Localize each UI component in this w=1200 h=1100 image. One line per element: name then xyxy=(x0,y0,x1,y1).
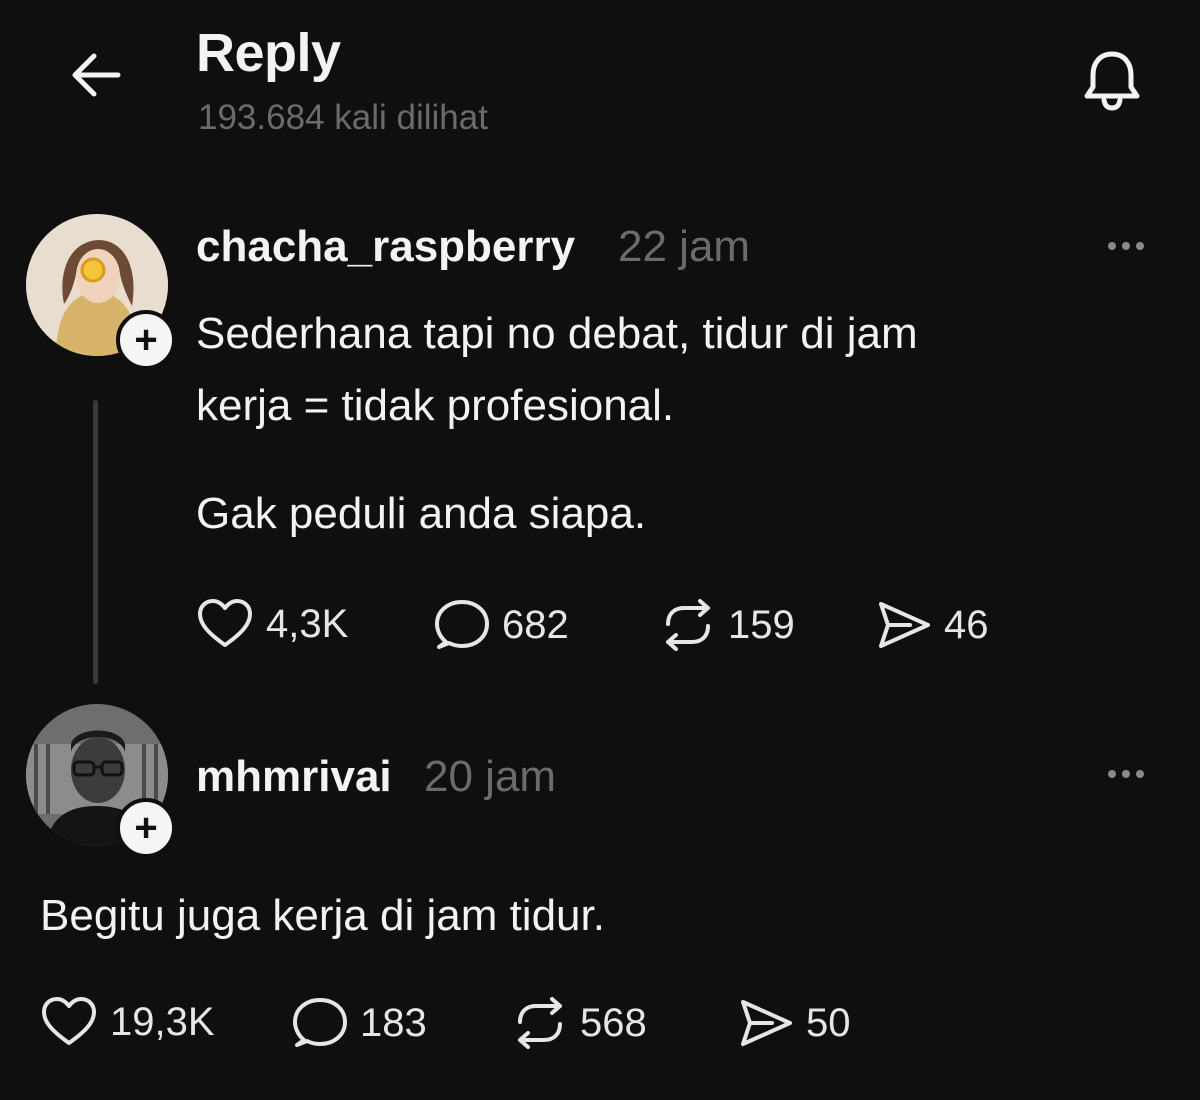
notification-button[interactable] xyxy=(1072,40,1152,120)
comment-icon xyxy=(435,600,489,649)
repost-button[interactable]: 159 xyxy=(660,598,795,652)
share-button[interactable]: 50 xyxy=(738,996,851,1050)
like-button[interactable]: 19,3K xyxy=(40,996,215,1048)
comment-button[interactable]: 682 xyxy=(434,598,569,652)
more-options-button[interactable] xyxy=(1096,226,1156,266)
heart-icon xyxy=(198,599,252,647)
username[interactable]: chacha_raspberry xyxy=(196,222,575,272)
comment-count: 682 xyxy=(502,602,569,647)
like-count: 19,3K xyxy=(110,999,215,1044)
view-count: 193.684 kali dilihat xyxy=(198,98,488,137)
more-icon xyxy=(1108,242,1116,250)
more-options-button[interactable] xyxy=(1096,754,1156,794)
post-text-line: kerja = tidak profesional. xyxy=(196,381,675,430)
comment-icon xyxy=(293,998,347,1047)
like-button[interactable]: 4,3K xyxy=(196,598,348,650)
repost-count: 159 xyxy=(728,602,795,647)
share-count: 46 xyxy=(944,602,989,647)
repost-icon xyxy=(518,997,562,1049)
share-button[interactable]: 46 xyxy=(876,598,989,652)
heart-icon xyxy=(42,997,96,1045)
repost-count: 568 xyxy=(580,1000,647,1045)
post-time: 20 jam xyxy=(424,752,557,801)
repost-button[interactable]: 568 xyxy=(512,996,647,1050)
follow-button[interactable]: + xyxy=(116,310,176,370)
post-text-line: Begitu juga kerja di jam tidur. xyxy=(40,891,605,940)
follow-button[interactable]: + xyxy=(116,798,176,858)
thread-connector xyxy=(93,400,98,684)
comment-count: 183 xyxy=(360,1000,427,1045)
bell-icon xyxy=(1084,51,1140,111)
share-icon xyxy=(879,602,930,648)
more-icon xyxy=(1108,770,1116,778)
like-count: 4,3K xyxy=(266,601,349,646)
post-text-line: Sederhana tapi no debat, tidur di jam xyxy=(196,309,918,358)
comment-button[interactable]: 183 xyxy=(292,996,427,1050)
repost-icon xyxy=(666,599,710,651)
back-button[interactable] xyxy=(60,45,132,105)
share-count: 50 xyxy=(806,1000,851,1045)
post-time: 22 jam xyxy=(618,222,751,271)
back-arrow-icon xyxy=(72,53,121,97)
username[interactable]: mhmrivai xyxy=(196,752,392,802)
page-title: Reply xyxy=(196,23,341,83)
post-text-line: Gak peduli anda siapa. xyxy=(196,489,647,538)
share-icon xyxy=(741,1000,792,1046)
